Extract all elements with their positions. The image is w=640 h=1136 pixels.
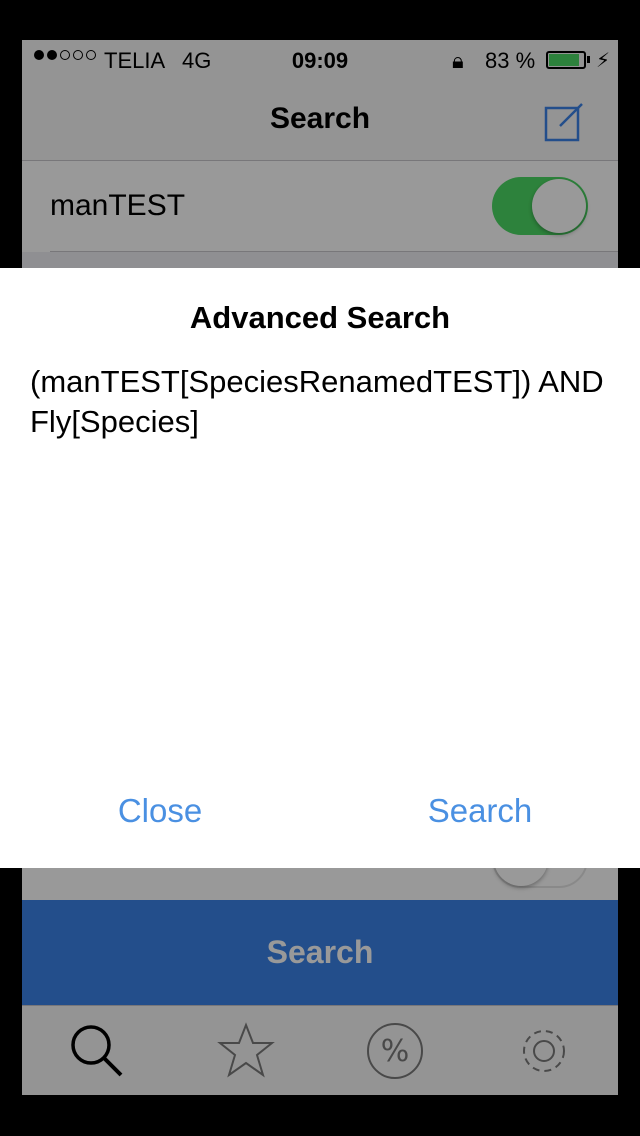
advanced-search-dialog: Advanced Search (manTEST[SpeciesRenamedT… bbox=[0, 268, 640, 868]
dialog-search-button[interactable]: Search bbox=[320, 792, 640, 830]
dialog-title: Advanced Search bbox=[189, 300, 451, 335]
dialog-message: (manTEST[SpeciesRenamedTEST]) AND Fly[Sp… bbox=[30, 364, 604, 439]
close-button[interactable]: Close bbox=[0, 792, 320, 830]
